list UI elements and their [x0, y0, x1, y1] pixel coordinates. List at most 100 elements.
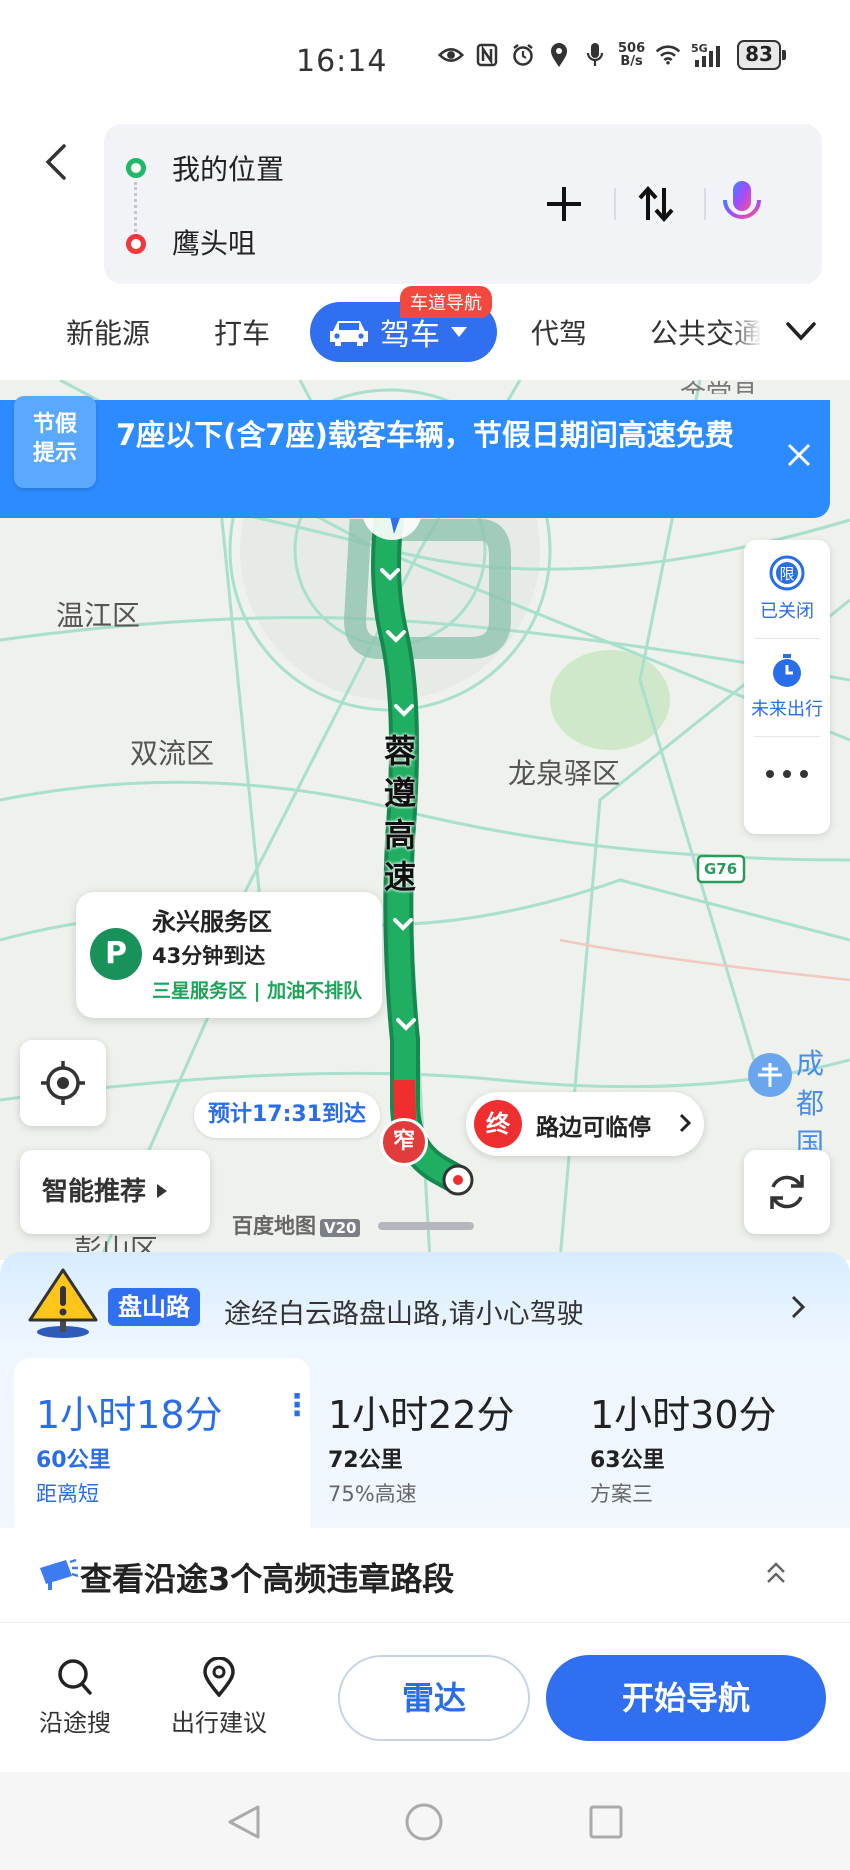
more-dots-icon — [766, 770, 808, 778]
radar-button[interactable]: 雷达 — [338, 1655, 530, 1741]
destination-input[interactable]: 鹰头咀 — [172, 222, 256, 262]
smart-recommend-button[interactable]: 智能推荐 — [20, 1150, 210, 1234]
narrow-road-badge: 窄 — [380, 1118, 428, 1166]
location-icon — [546, 42, 572, 68]
divider — [614, 188, 616, 220]
service-area-time: 43分钟到达 — [152, 944, 266, 968]
route-input-box: 我的位置 鹰头咀 — [104, 124, 822, 284]
crosshair-icon — [41, 1061, 85, 1105]
future-travel-label: 未来出行 — [751, 699, 823, 720]
map-side-tools: 限 已关闭 未来出行 — [744, 540, 830, 834]
plus-icon — [547, 187, 581, 221]
start-navigation-button[interactable]: 开始导航 — [546, 1655, 826, 1741]
car-icon — [330, 321, 368, 346]
route-time: 1小时18分 — [36, 1393, 223, 1437]
chevron-right-icon — [678, 1112, 692, 1138]
origin-input[interactable]: 我的位置 — [172, 148, 284, 188]
route-tag: 75%高速 — [328, 1482, 417, 1506]
end-card-text: 路边可临停 — [536, 1115, 651, 1141]
status-time: 16:14 — [296, 44, 388, 79]
road-warning-row[interactable]: 盘山路 途经白云路盘山路,请小心驾驶 — [0, 1252, 850, 1358]
close-icon — [787, 443, 811, 467]
caret-right-icon — [157, 1184, 168, 1198]
nav-recents-button[interactable] — [586, 1802, 626, 1842]
map-watermark: 百度地图 V20 — [232, 1210, 361, 1240]
wifi-icon — [655, 42, 681, 68]
road-name-label: 蓉遵高速 — [384, 732, 417, 896]
travel-advice-button[interactable]: 出行建议 — [164, 1657, 274, 1738]
net-speed: 506 B/s — [618, 41, 646, 69]
road-warning-text: 途经白云路盘山路,请小心驾驶 — [224, 1299, 584, 1330]
lane-nav-badge: 车道导航 — [400, 286, 492, 318]
service-area-sub: 三星服务区 | 加油不排队 — [152, 980, 363, 1002]
route-sheet: 盘山路 途经白云路盘山路,请小心驾驶 1小时18分 60公里 距离短 ⋮ 1小时… — [0, 1252, 850, 1622]
violation-segments-row[interactable]: 查看沿途3个高频违章路段 — [0, 1528, 850, 1622]
highway-shield: G76 — [704, 860, 738, 878]
map-label-shuangliu: 双流区 — [130, 737, 215, 770]
nav-home-button[interactable] — [404, 1802, 444, 1842]
status-bar: 16:14 506 B/s 5G 83 — [0, 0, 850, 110]
camera-icon — [40, 1558, 78, 1590]
service-area-card[interactable]: P 永兴服务区 43分钟到达 三星服务区 | 加油不排队 — [76, 892, 382, 1018]
bottom-action-bar: 沿途搜 出行建议 雷达 开始导航 — [0, 1622, 850, 1772]
status-icons: 506 B/s 5G 83 — [438, 40, 786, 70]
travel-advice-label: 出行建议 — [171, 1709, 267, 1737]
transport-mode-tabs: 新能源 打车 驾车 车道导航 代驾 公共交通 — [0, 286, 850, 366]
locate-me-button[interactable] — [20, 1040, 106, 1126]
parking-cafe-icon: P — [90, 928, 142, 980]
restriction-icon: 限 — [769, 555, 805, 591]
holiday-notice-banner[interactable]: 节假 提示 7座以下(含7座)载客车辆，节假日期间高速免费 — [0, 396, 830, 518]
back-button[interactable] — [40, 140, 80, 190]
map-label-top-clip: 金堂县 — [680, 380, 758, 394]
divider — [704, 188, 706, 220]
mountain-road-tag: 盘山路 — [108, 1288, 200, 1326]
svg-text:限: 限 — [779, 565, 794, 583]
swap-route-button[interactable] — [628, 176, 684, 232]
along-route-search-button[interactable]: 沿途搜 — [20, 1657, 130, 1738]
route-tag: 方案三 — [590, 1482, 653, 1506]
refresh-icon — [770, 1175, 804, 1209]
caret-down-icon — [451, 327, 467, 337]
more-tools-button[interactable] — [744, 764, 830, 785]
microphone-icon — [723, 181, 761, 226]
route-tag: 距离短 — [36, 1482, 99, 1506]
tab-new-energy[interactable]: 新能源 — [66, 312, 150, 352]
tab-taxi[interactable]: 打车 — [214, 312, 270, 352]
notice-close-button[interactable] — [786, 442, 812, 472]
origin-dot — [126, 158, 146, 178]
mic-icon — [582, 42, 608, 68]
end-marker-icon: 终 — [474, 1100, 522, 1148]
route-distance: 60公里 — [36, 1448, 111, 1473]
future-travel-button[interactable]: 未来出行 — [744, 652, 830, 721]
nav-back-button[interactable] — [224, 1802, 264, 1842]
eta-chip: 预计17:31到达 — [194, 1092, 381, 1138]
timer-icon — [773, 654, 801, 687]
more-modes-button[interactable] — [784, 314, 818, 352]
voice-input-button[interactable] — [714, 176, 770, 232]
sheet-drag-handle[interactable] — [378, 1222, 474, 1230]
route-option-1[interactable]: 1小时18分 60公里 距离短 ⋮ — [14, 1358, 312, 1528]
divider — [754, 736, 820, 737]
service-area-name: 永兴服务区 — [152, 908, 272, 936]
notice-tag: 节假 提示 — [14, 396, 96, 488]
restriction-label: 已关闭 — [760, 601, 814, 622]
destination-parking-card[interactable]: 终 路边可临停 — [466, 1092, 704, 1156]
route-option-3[interactable]: 1小时30分 63公里 方案三 — [568, 1358, 838, 1528]
violation-text: 查看沿途3个高频违章路段 — [80, 1560, 455, 1598]
tab-public-transit[interactable]: 公共交通 — [650, 312, 762, 352]
location-pin-icon — [203, 1657, 235, 1697]
traffic-restriction-button[interactable]: 限 已关闭 — [744, 554, 830, 623]
notice-text: 7座以下(含7座)载客车辆，节假日期间高速免费 — [116, 418, 734, 452]
chevron-down-icon — [786, 322, 816, 341]
tab-designated-driver[interactable]: 代驾 — [531, 312, 587, 352]
map-label-longquanyi: 龙泉驿区 — [508, 757, 621, 790]
add-waypoint-button[interactable] — [536, 176, 592, 232]
warning-icon — [28, 1268, 98, 1338]
along-route-search-label: 沿途搜 — [39, 1709, 111, 1737]
double-chevron-up-icon — [767, 1562, 785, 1583]
circle-home-icon — [405, 1803, 443, 1841]
route-option-2[interactable]: 1小时22分 72公里 75%高速 — [306, 1358, 566, 1528]
refresh-route-button[interactable] — [744, 1150, 830, 1234]
route-time: 1小时30分 — [590, 1393, 777, 1437]
chevron-left-icon — [45, 144, 66, 180]
